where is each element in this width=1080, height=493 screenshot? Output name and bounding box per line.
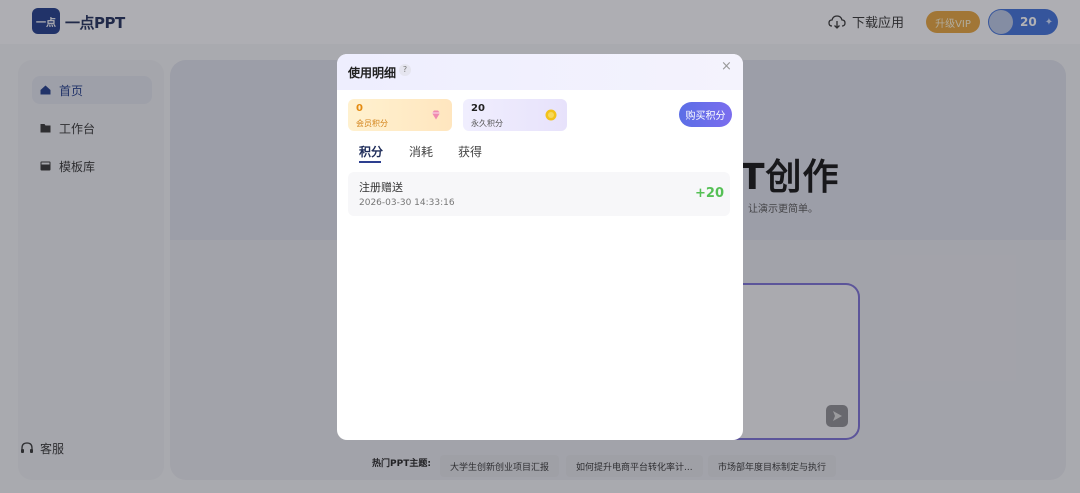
help-icon[interactable]: ?	[399, 64, 411, 76]
list-item: 注册赠送 2026-03-30 14:33:16 +20	[348, 172, 730, 216]
buy-points-button[interactable]: 购买积分	[679, 102, 732, 127]
tab-points[interactable]: 积分	[359, 143, 383, 160]
modal-header	[337, 54, 743, 90]
close-icon[interactable]: ×	[721, 59, 732, 74]
member-points-card: 0 会员积分	[348, 99, 452, 131]
record-title: 注册赠送	[359, 181, 403, 194]
coin-icon	[545, 109, 557, 121]
record-date: 2026-03-30 14:33:16	[359, 198, 455, 208]
forever-points-value: 20	[471, 103, 485, 114]
record-delta: +20	[695, 186, 724, 201]
member-points-value: 0	[356, 103, 363, 114]
forever-points-label: 永久积分	[471, 119, 503, 128]
member-points-label: 会员积分	[356, 119, 388, 128]
active-tab-indicator	[359, 161, 381, 163]
tab-earned[interactable]: 获得	[458, 143, 482, 160]
tab-consumed[interactable]: 消耗	[409, 143, 433, 160]
modal-title: 使用明细	[348, 66, 397, 80]
forever-points-card: 20 永久积分	[463, 99, 567, 131]
gem-icon	[432, 110, 440, 120]
usage-details-modal: 使用明细 ? × 0 会员积分 20 永久积分 购买积分 积分 消耗 获得 注册…	[337, 54, 743, 440]
